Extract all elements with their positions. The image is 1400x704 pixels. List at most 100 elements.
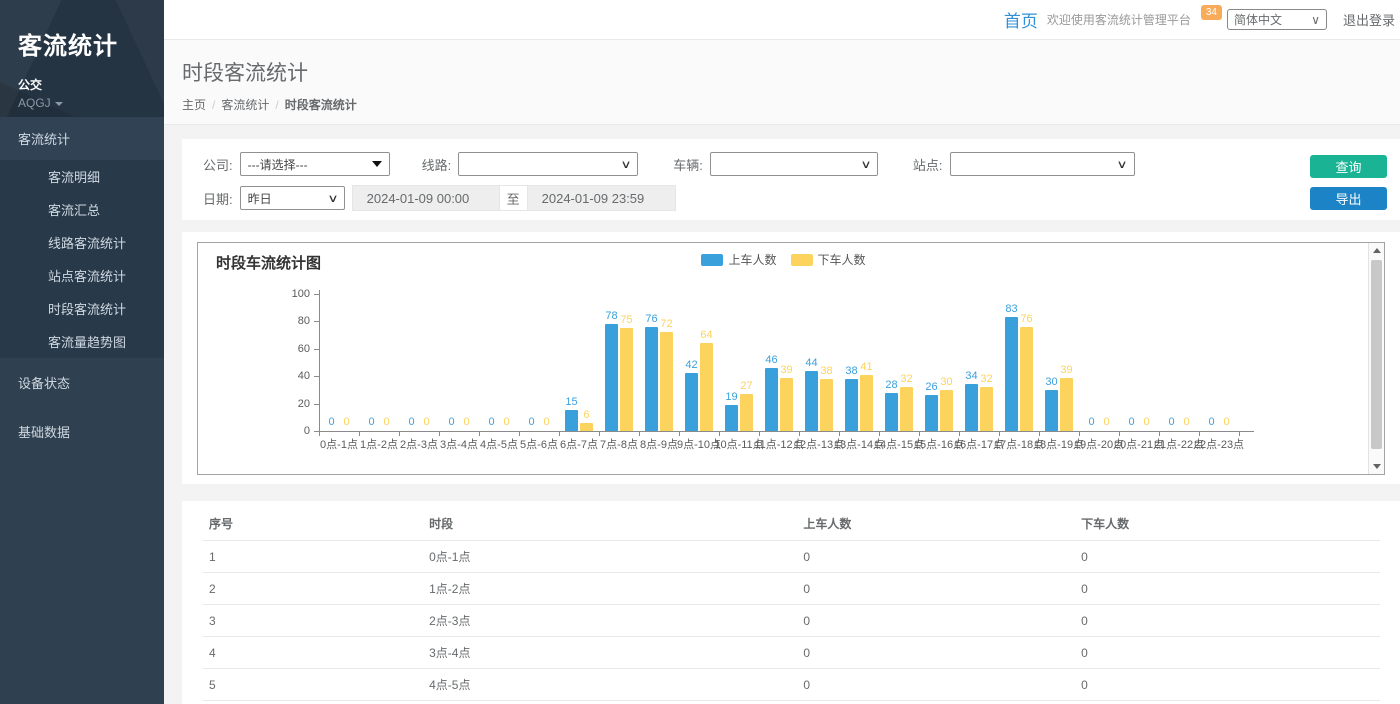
bar-下车人数-11点-12点[interactable] [780, 378, 793, 431]
table-row[interactable]: 65点-6点00 [203, 701, 1380, 704]
sidebar-subitem-时段客流统计[interactable]: 时段客流统计 [0, 292, 164, 325]
y-axis-tick [314, 404, 319, 405]
filter-row-1: 公司: ---请选择--- 线路: ∨ 车辆: ∨ 站点: ∨ [203, 152, 1400, 176]
legend-item-下车人数[interactable]: 下车人数 [791, 251, 866, 268]
bar-下车人数-16点-17点[interactable] [980, 387, 993, 431]
query-button[interactable]: 查询 [1310, 155, 1387, 178]
logout-link[interactable]: 退出登录 [1343, 10, 1395, 29]
date-preset-value: 昨日 [248, 190, 272, 207]
filter-row-2: 日期: 昨日 ∨ 2024-01-09 00:00 至 2024-01-09 2… [203, 186, 1400, 210]
bar-上车人数-12点-13点[interactable] [805, 371, 818, 431]
table-row[interactable]: 43点-4点00 [203, 637, 1380, 669]
triangle-down-icon [372, 161, 382, 167]
sidebar-item-设备状态[interactable]: 设备状态 [0, 358, 164, 407]
bar-下车人数-15点-16点[interactable] [940, 390, 953, 431]
bar-上车人数-8点-9点[interactable] [645, 327, 658, 431]
bar-下车人数-12点-13点[interactable] [820, 379, 833, 431]
bar-下车人数-7点-8点[interactable] [620, 328, 633, 431]
chevron-down-icon: ∨ [1117, 158, 1128, 171]
page-title: 时段客流统计 [182, 57, 1400, 87]
y-axis-tick-label: 40 [280, 370, 310, 382]
table-row[interactable]: 10点-1点00 [203, 541, 1380, 573]
table-row[interactable]: 54点-5点00 [203, 669, 1380, 701]
y-axis-tick-label: 60 [280, 343, 310, 355]
table-cell: 5点-6点 [423, 701, 797, 704]
notification-badge[interactable]: 34 [1201, 5, 1222, 20]
sidebar-item-客流统计[interactable]: 客流统计 [0, 117, 164, 160]
bar-上车人数-10点-11点[interactable] [725, 405, 738, 431]
home-link[interactable]: 首页 [1004, 7, 1038, 32]
bar-上车人数-13点-14点[interactable] [845, 379, 858, 431]
arrow-up-icon [1373, 248, 1381, 253]
legend-item-上车人数[interactable]: 上车人数 [701, 251, 776, 268]
bar-value-label: 76 [1010, 313, 1044, 325]
company-select[interactable]: ---请选择--- [240, 152, 390, 176]
bar-下车人数-18点-19点[interactable] [1060, 378, 1073, 431]
date-to-input[interactable]: 2024-01-09 23:59 [528, 185, 676, 211]
table-cell: 0 [797, 669, 1075, 701]
org-name: 公交 [18, 76, 164, 93]
breadcrumb-item-客流统计[interactable]: 客流统计 [221, 98, 269, 112]
sidebar: 客流统计 公交 AQGJ 客流统计客流明细客流汇总线路客流统计站点客流统计时段客… [0, 0, 164, 704]
table-cell: 4 [203, 637, 423, 669]
y-axis-tick-label: 0 [280, 425, 310, 437]
bar-下车人数-9点-10点[interactable] [700, 343, 713, 431]
y-axis-tick [314, 321, 319, 322]
table-cell: 0 [797, 605, 1075, 637]
bar-上车人数-17点-18点[interactable] [1005, 317, 1018, 431]
date-from-input[interactable]: 2024-01-09 00:00 [352, 185, 499, 211]
org-code-dropdown[interactable]: AQGJ [18, 96, 164, 110]
table-cell: 2点-3点 [423, 605, 797, 637]
chart-panel: 时段车流统计图 上车人数下车人数 0204060801000点-1点001点-2… [182, 232, 1400, 484]
sidebar-subitem-客流明细[interactable]: 客流明细 [0, 160, 164, 193]
caret-down-icon [55, 102, 63, 106]
chevron-down-icon: ∨ [327, 192, 338, 205]
bar-上车人数-16点-17点[interactable] [965, 384, 978, 431]
bar-下车人数-14点-15点[interactable] [900, 387, 913, 431]
sidebar-subitem-客流量趋势图[interactable]: 客流量趋势图 [0, 325, 164, 358]
bar-下车人数-10点-11点[interactable] [740, 394, 753, 431]
bar-上车人数-14点-15点[interactable] [885, 393, 898, 431]
table-cell: 1点-2点 [423, 573, 797, 605]
page-heading: 时段客流统计 主页/客流统计/时段客流统计 [164, 40, 1400, 125]
bar-上车人数-15点-16点[interactable] [925, 395, 938, 431]
bar-上车人数-9点-10点[interactable] [685, 373, 698, 431]
export-button[interactable]: 导出 [1310, 187, 1387, 210]
sidebar-subitem-客流汇总[interactable]: 客流汇总 [0, 193, 164, 226]
breadcrumb-item-主页[interactable]: 主页 [182, 98, 206, 112]
bar-下车人数-13点-14点[interactable] [860, 375, 873, 431]
scrollbar-thumb[interactable] [1371, 260, 1382, 449]
sidebar-subitem-线路客流统计[interactable]: 线路客流统计 [0, 226, 164, 259]
date-preset-select[interactable]: 昨日 ∨ [240, 186, 345, 210]
vehicle-label: 车辆: [673, 155, 703, 174]
chart-scrollbar[interactable] [1368, 243, 1384, 474]
table-row[interactable]: 32点-3点00 [203, 605, 1380, 637]
table-header-上车人数: 上车人数 [797, 507, 1075, 541]
sidebar-subitem-站点客流统计[interactable]: 站点客流统计 [0, 259, 164, 292]
scroll-up-button[interactable] [1369, 243, 1385, 258]
table-row[interactable]: 21点-2点00 [203, 573, 1380, 605]
breadcrumb: 主页/客流统计/时段客流统计 [182, 96, 1400, 113]
station-select[interactable]: ∨ [950, 152, 1135, 176]
bar-上车人数-11点-12点[interactable] [765, 368, 778, 431]
y-axis-tick-label: 100 [280, 288, 310, 300]
table-cell: 0 [1075, 701, 1380, 704]
bar-下车人数-8点-9点[interactable] [660, 332, 673, 431]
sidebar-item-基础数据[interactable]: 基础数据 [0, 407, 164, 456]
chevron-down-icon: ∨ [1311, 13, 1320, 27]
table-cell: 3点-4点 [423, 637, 797, 669]
bar-下车人数-6点-7点[interactable] [580, 423, 593, 431]
content-area: 公司: ---请选择--- 线路: ∨ 车辆: ∨ 站点: ∨ 日期: [164, 126, 1400, 704]
bar-value-label: 15 [555, 396, 589, 408]
line-select[interactable]: ∨ [458, 152, 638, 176]
table-cell: 6 [203, 701, 423, 704]
legend-label: 上车人数 [728, 251, 776, 268]
scroll-down-button[interactable] [1369, 459, 1385, 474]
bar-下车人数-17点-18点[interactable] [1020, 327, 1033, 431]
table-header-时段: 时段 [423, 507, 797, 541]
language-select[interactable]: 简体中文 ∨ [1227, 9, 1327, 30]
bar-上车人数-18点-19点[interactable] [1045, 390, 1058, 431]
vehicle-select[interactable]: ∨ [710, 152, 878, 176]
table-cell: 2 [203, 573, 423, 605]
bar-上车人数-7点-8点[interactable] [605, 324, 618, 431]
